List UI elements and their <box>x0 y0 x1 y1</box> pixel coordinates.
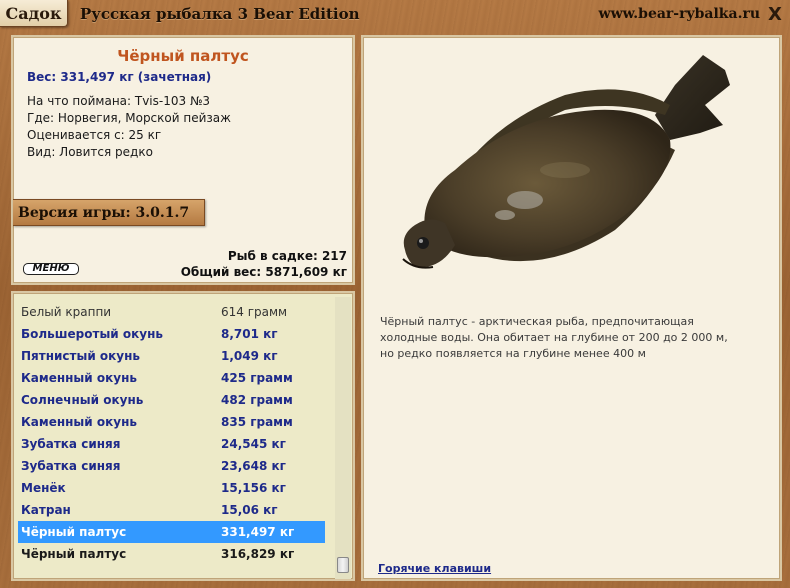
close-icon[interactable]: X <box>766 4 784 25</box>
list-item-name: Чёрный палтус <box>21 547 127 561</box>
bait-line: На что поймана: Tvis-103 №3 <box>27 94 211 108</box>
list-item-name: Каменный окунь <box>21 371 137 385</box>
fish-count: Рыб в садке: 217 <box>227 249 347 263</box>
list-item-name: Зубатка синяя <box>21 437 121 451</box>
list-item[interactable]: Солнечный окунь 482 грамм <box>18 389 325 411</box>
list-item[interactable]: Чёрный палтус 331,497 кг <box>18 521 325 543</box>
fish-weight: Вес: 331,497 кг (зачетная) <box>27 70 212 84</box>
min-weight-line: Оценивается с: 25 кг <box>27 128 162 142</box>
list-item-weight: 8,701 кг <box>221 327 278 341</box>
scroll-thumb[interactable] <box>337 557 349 573</box>
list-item-weight: 1,049 кг <box>221 349 278 363</box>
list-item-weight: 482 грамм <box>221 393 293 407</box>
list-item-weight: 23,648 кг <box>221 459 286 473</box>
tab-sadok[interactable]: Садок <box>0 0 68 27</box>
list-item-name: Пятнистый окунь <box>21 349 140 363</box>
list-item-name: Каменный окунь <box>21 415 137 429</box>
fish-info-panel: Чёрный палтус Вес: 331,497 кг (зачетная)… <box>11 35 355 285</box>
list-item[interactable]: Чёрный палтус 316,829 кг <box>18 543 325 565</box>
list-item[interactable]: Белый краппи 614 грамм <box>18 301 325 323</box>
game-version: Версия игры: 3.0.1.7 <box>13 199 205 226</box>
list-item[interactable]: Каменный окунь 425 грамм <box>18 367 325 389</box>
fish-name: Чёрный палтус <box>117 47 249 65</box>
list-item[interactable]: Катран 15,06 кг <box>18 499 325 521</box>
list-item-name: Большеротый окунь <box>21 327 163 341</box>
list-item-weight: 316,829 кг <box>221 547 295 561</box>
app-title: Русская рыбалка 3 Bear Edition <box>80 5 360 23</box>
list-item-name: Белый краппи <box>21 305 112 319</box>
header-bar: Садок Русская рыбалка 3 Bear Edition www… <box>0 0 790 32</box>
catch-list-panel: Белый краппи 614 грамм Большеротый окунь 8,… <box>11 291 355 581</box>
list-item[interactable]: Зубатка синяя 23,648 кг <box>18 455 325 477</box>
list-item-name: Менёк <box>21 481 66 495</box>
hotkeys-link[interactable]: Горячие клавиши <box>378 562 491 575</box>
list-item[interactable]: Каменный окунь 835 грамм <box>18 411 325 433</box>
list-item-name: Катран <box>21 503 71 517</box>
list-item-name: Солнечный окунь <box>21 393 144 407</box>
total-weight: Общий вес: 5871,609 кг <box>180 265 347 279</box>
location-line: Где: Норвегия, Морской пейзаж <box>27 111 231 125</box>
list-item-weight: 24,545 кг <box>221 437 286 451</box>
list-item[interactable]: Большеротый окунь 8,701 кг <box>18 323 325 345</box>
list-item-weight: 425 грамм <box>221 371 293 385</box>
fish-image-panel: Чёрный палтус - арктическая рыба, предпо… <box>361 35 782 581</box>
site-url: www.bear-rybalka.ru <box>598 6 760 22</box>
list-item-weight: 15,156 кг <box>221 481 286 495</box>
list-item[interactable]: Пятнистый окунь 1,049 кг <box>18 345 325 367</box>
list-item-weight: 15,06 кг <box>221 503 278 517</box>
list-item-weight: 331,497 кг <box>221 525 295 539</box>
fish-image <box>402 55 730 269</box>
list-item-name: Зубатка синяя <box>21 459 121 473</box>
list-scrollbar[interactable] <box>335 297 351 579</box>
list-item[interactable]: Менёк 15,156 кг <box>18 477 325 499</box>
fish-description: Чёрный палтус - арктическая рыба, предпо… <box>380 315 728 360</box>
rarity-line: Вид: Ловится редко <box>27 145 153 159</box>
list-item-weight: 614 грамм <box>221 305 288 319</box>
list-item-name: Чёрный палтус <box>21 525 127 539</box>
menu-button[interactable]: МЕНЮ <box>23 263 79 275</box>
list-item[interactable]: Зубатка синяя 24,545 кг <box>18 433 325 455</box>
list-item-weight: 835 грамм <box>221 415 293 429</box>
